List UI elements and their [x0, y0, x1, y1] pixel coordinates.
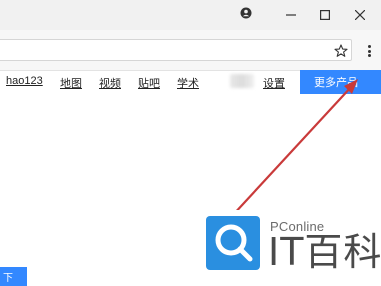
- corner-tab[interactable]: 下: [0, 267, 27, 286]
- watermark-title: IT百科: [268, 230, 381, 274]
- search-icon: [206, 216, 260, 270]
